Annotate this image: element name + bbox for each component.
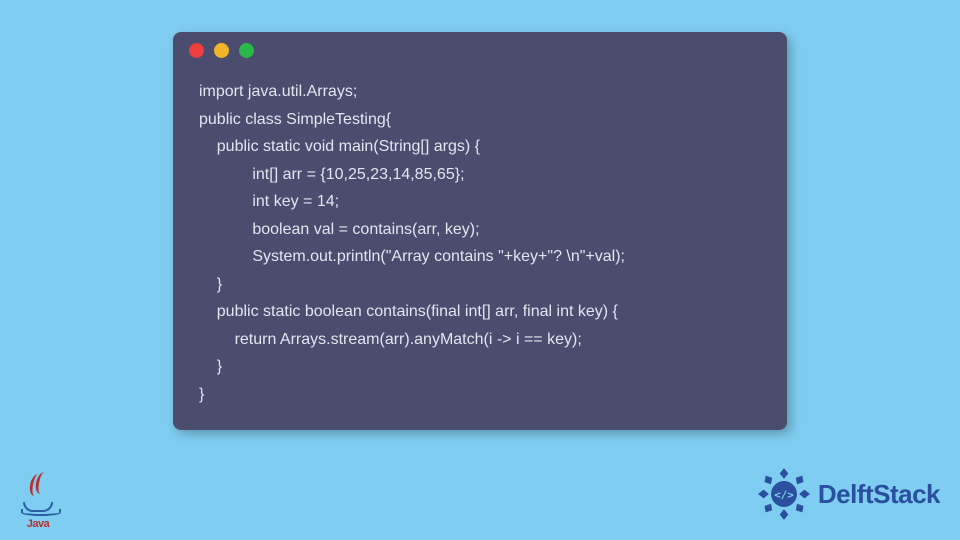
code-line: int key = 14; (199, 193, 339, 210)
code-body: import java.util.Arrays; public class Si… (173, 68, 787, 430)
window-close-icon[interactable] (189, 43, 204, 58)
code-window: import java.util.Arrays; public class Si… (173, 32, 787, 430)
window-maximize-icon[interactable] (239, 43, 254, 58)
code-line: return Arrays.stream(arr).anyMatch(i -> … (199, 331, 582, 348)
java-cup-icon (23, 502, 53, 512)
code-line: } (199, 386, 204, 403)
delftstack-logo: </> DelftStack (756, 466, 940, 522)
code-line: public class SimpleTesting{ (199, 111, 391, 128)
code-line: } (199, 358, 222, 375)
window-minimize-icon[interactable] (214, 43, 229, 58)
delftstack-text: DelftStack (818, 479, 940, 510)
svg-text:</>: </> (774, 488, 794, 501)
code-line: public static void main(String[] args) { (199, 138, 480, 155)
code-line: boolean val = contains(arr, key); (199, 221, 480, 238)
code-line: import java.util.Arrays; (199, 83, 357, 100)
code-line: System.out.println("Array contains "+key… (199, 248, 625, 265)
java-logo: Java (10, 460, 66, 530)
code-line: } (199, 276, 222, 293)
java-label: Java (27, 518, 49, 530)
code-line: public static boolean contains(final int… (199, 303, 618, 320)
delftstack-gear-icon: </> (756, 466, 812, 522)
java-steam-icon (26, 472, 50, 500)
window-title-bar (173, 32, 787, 68)
code-line: int[] arr = {10,25,23,14,85,65}; (199, 166, 465, 183)
